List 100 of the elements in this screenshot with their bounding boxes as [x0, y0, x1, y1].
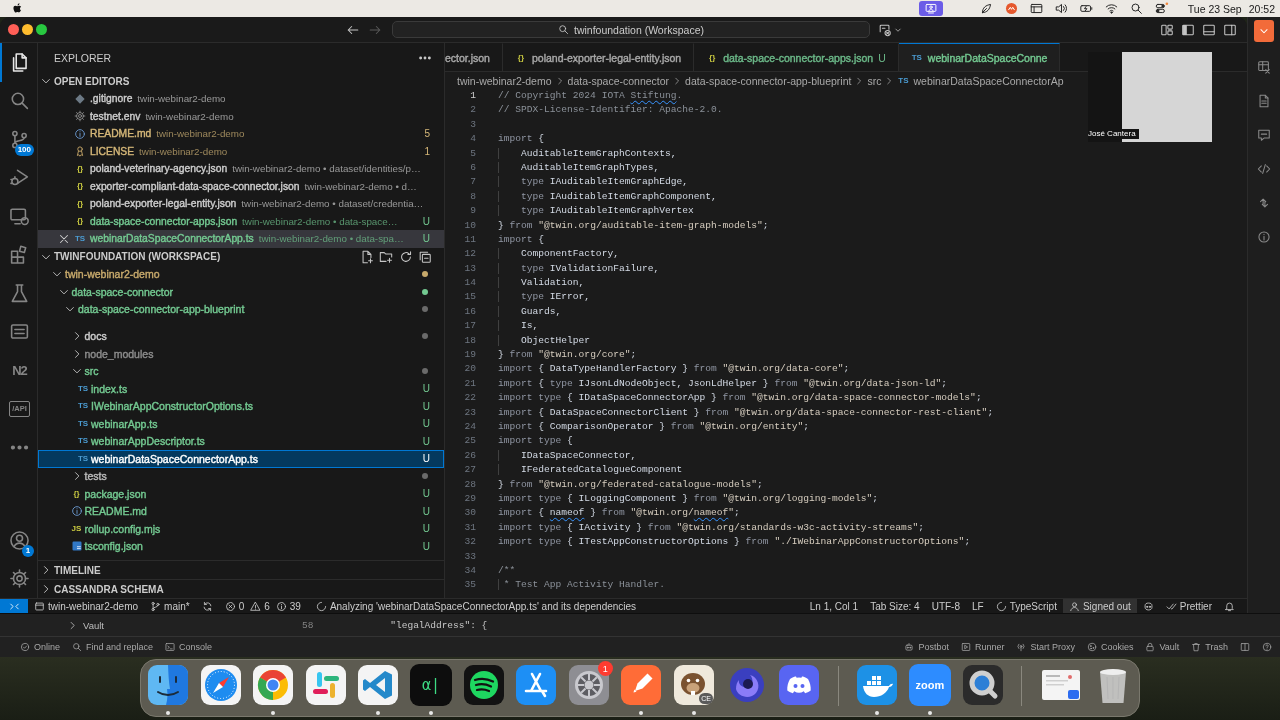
search-icon[interactable] [9, 90, 30, 112]
tree-item[interactable]: TS webinarDataSpaceConnectorApp.ts U [38, 450, 444, 468]
status-item[interactable]: UTF-8 [925, 599, 966, 613]
message-icon[interactable] [1257, 128, 1271, 142]
left-panel-icon[interactable] [1181, 22, 1195, 37]
compass-icon[interactable] [199, 664, 242, 706]
section-header[interactable]: CASSANDRA SCHEMA [38, 580, 164, 598]
window-close-button[interactable] [8, 24, 19, 35]
open-editor-item[interactable]: LICENSE twin-webinar2-demo 1 [38, 142, 444, 160]
open-editor-item[interactable]: {} exporter-compliant-data-space-connector.json twin-webinar2-demo • d… [38, 177, 444, 195]
tree-item[interactable]: twin-webinar2-demo [38, 265, 444, 283]
whale-icon[interactable] [856, 664, 899, 706]
footer-button[interactable]: Trash [1191, 642, 1228, 652]
status-item[interactable]: LF [966, 599, 990, 613]
controller-icon[interactable] [778, 664, 821, 706]
tree-item[interactable]: TS IWebinarAppConstructorOptions.ts U [38, 397, 444, 415]
window-icon[interactable] [1028, 2, 1044, 15]
tree-item[interactable]: TS webinarAppDescriptor.ts U [38, 432, 444, 450]
window-maximize-button[interactable] [36, 24, 47, 35]
menu-bar-date[interactable]: Tue 23 Sep [1187, 2, 1242, 15]
flask-icon[interactable] [9, 282, 30, 304]
lens-icon[interactable] [961, 664, 1004, 706]
tree-item[interactable]: data-space-connector-app-blueprint [38, 300, 444, 318]
table-x-icon[interactable] [1257, 60, 1271, 74]
bell-icon[interactable] [1224, 600, 1235, 612]
tree-item[interactable]: TS index.ts U [38, 380, 444, 398]
collapse-icon[interactable] [418, 249, 432, 264]
breadcrumb-item[interactable]: data-space-connector-app-blueprint [685, 74, 852, 87]
breadcrumb-item[interactable]: src [867, 74, 882, 87]
footer-button[interactable]: Cookies [1086, 642, 1134, 652]
breadcrumb-item[interactable]: twin-webinar2-demo [457, 74, 552, 87]
right-panel-icon[interactable] [1223, 22, 1237, 37]
logo-glyph-icon[interactable]: N2 [12, 362, 27, 378]
editor-tab[interactable]: ector.json [445, 43, 503, 71]
open-editor-item[interactable]: {} poland-veterinary-agency.json twin-webinar2-demo • dataset/identities/p… [38, 160, 444, 178]
settings-icon[interactable] [9, 568, 30, 590]
tree-item[interactable]: data-space-connector [38, 283, 444, 301]
search-icon[interactable] [1128, 2, 1144, 15]
screen-person-icon[interactable] [918, 1, 943, 16]
footer-button[interactable]: Runner [960, 642, 1005, 652]
tree-item[interactable]: {} package.json U [38, 485, 444, 503]
chat-sparkle-icon[interactable] [878, 22, 892, 37]
editor-tab[interactable]: {} poland-exporter-legal-entity.json [502, 43, 695, 71]
tree-item[interactable]: Vault [67, 619, 104, 631]
footer-button[interactable]: Find and replace [72, 642, 154, 652]
robot-face-icon[interactable] [1142, 600, 1154, 612]
ribbon-icon[interactable] [357, 664, 400, 706]
battery-icon[interactable] [1078, 2, 1094, 15]
open-editor-item[interactable]: {} poland-exporter-legal-entity.json twin-webinar2-demo • dataset/credentia… [38, 195, 444, 213]
pen-icon[interactable] [620, 664, 663, 706]
editor-tab[interactable]: {} data-space-connector-apps.json U [694, 43, 899, 71]
face-icon[interactable] [147, 664, 189, 706]
status-item[interactable]: twin-webinar2-demo [28, 599, 145, 613]
open-editor-item[interactable]: {} data-space-connector-apps.json twin-webinar2-demo • data-space… U [38, 212, 444, 230]
open-editor-item[interactable]: README.md twin-webinar2-demo 5 [38, 125, 444, 143]
footer-button[interactable]: Console [165, 642, 213, 652]
tree-item[interactable]: TS webinarApp.ts U [38, 415, 444, 433]
sync-icon[interactable] [201, 600, 213, 612]
hash-icon[interactable] [304, 664, 347, 706]
speaker-icon[interactable] [1053, 2, 1069, 15]
account-status-button[interactable]: Signed out [1062, 599, 1137, 613]
progress-status[interactable]: Analyzing 'webinarDataSpaceConnectorApp.ts' and its dependencies [309, 599, 643, 613]
status-item[interactable]: Ln 1, Col 1 [803, 599, 865, 613]
branch-button[interactable]: main* [144, 599, 196, 613]
wifi-icon[interactable] [1103, 2, 1119, 15]
open-editor-item[interactable]: TS webinarDataSpaceConnectorApp.ts twin-webinar2-demo • data-spa… U [38, 230, 444, 248]
footer-button[interactable]: Start Proxy [1016, 642, 1075, 652]
toggles-icon[interactable] [1153, 2, 1169, 15]
code-icon[interactable] [1257, 162, 1271, 176]
footer-button[interactable]: Vault [1145, 642, 1180, 652]
progress-status[interactable]: TypeScript [989, 599, 1063, 613]
swap-arrows-icon[interactable] [1257, 196, 1271, 210]
apple-icon[interactable] [11, 2, 24, 15]
help-icon[interactable] [1262, 642, 1272, 652]
footer-button[interactable]: Postbot [904, 642, 949, 652]
status-item[interactable]: Tab Size: 4 [864, 599, 926, 613]
tree-item[interactable]: docs [38, 327, 444, 345]
footer-button[interactable]: Online [20, 642, 60, 652]
circle-logo-icon[interactable] [1003, 2, 1019, 15]
tree-item[interactable]: tests [38, 467, 444, 485]
sound-waves-icon[interactable] [462, 664, 505, 706]
document-icon[interactable] [1257, 94, 1271, 108]
tree-item[interactable]: README.md U [38, 502, 444, 520]
section-header[interactable]: TIMELINE [38, 561, 101, 579]
formatter-button[interactable]: Prettier [1159, 599, 1218, 613]
dropdown-button[interactable] [1254, 20, 1274, 42]
open-editor-item[interactable]: testnet.env twin-webinar2-demo [38, 107, 444, 125]
command-center-search[interactable]: twinfoundation (Workspace) [392, 21, 870, 38]
layout-grid-icon[interactable] [1160, 22, 1174, 37]
monitor-icon[interactable] [9, 205, 30, 227]
tree-item[interactable]: JS rollup.config.mjs U [38, 520, 444, 538]
tree-item[interactable]: src [38, 362, 444, 380]
info-icon[interactable] [1257, 230, 1271, 244]
tree-item[interactable]: tsconfig.json U [38, 537, 444, 555]
new-folder-icon[interactable] [379, 249, 393, 264]
window-minimize-button[interactable] [22, 24, 33, 35]
dock-app-button[interactable]: α| [409, 664, 452, 706]
columns-icon[interactable] [1240, 642, 1250, 652]
gear-icon[interactable] [567, 664, 610, 706]
new-file-icon[interactable] [359, 249, 374, 264]
